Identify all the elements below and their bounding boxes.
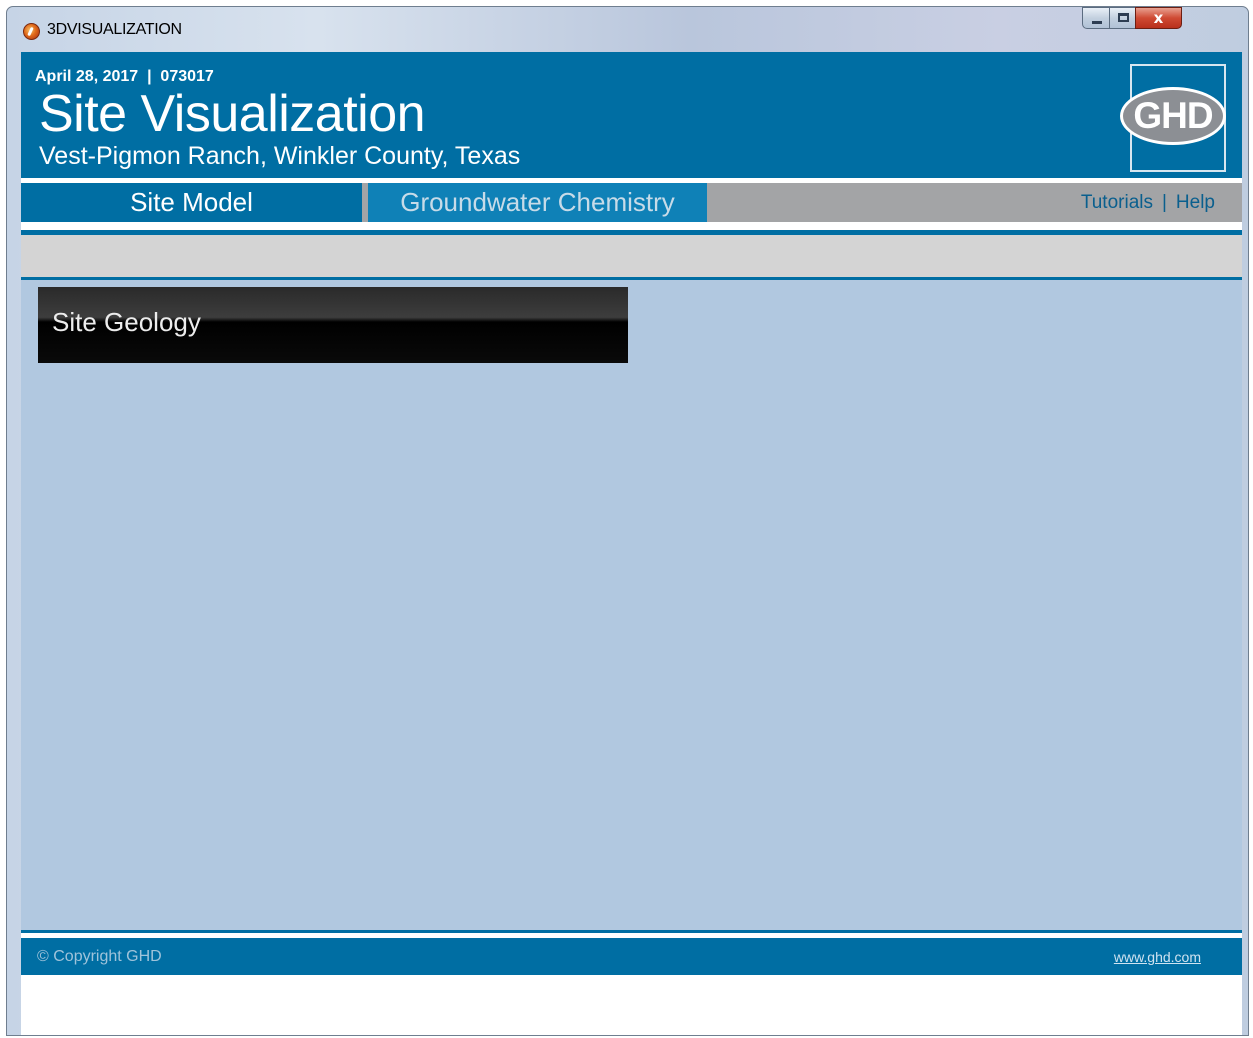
link-separator: | xyxy=(1161,192,1167,213)
window-title: 3DVISUALIZATION xyxy=(47,21,182,38)
close-icon: x xyxy=(1153,9,1164,27)
site-geology-panel[interactable]: Site Geology xyxy=(38,287,628,363)
tab-site-model[interactable]: Site Model xyxy=(21,183,362,222)
close-button[interactable]: x xyxy=(1135,7,1182,29)
tutorials-link[interactable]: Tutorials xyxy=(1081,192,1153,213)
page-title: Site Visualization xyxy=(39,85,426,143)
help-link[interactable]: Help xyxy=(1176,192,1215,213)
tab-groundwater-chemistry[interactable]: Groundwater Chemistry xyxy=(368,183,707,222)
copyright-text: © Copyright GHD xyxy=(37,948,162,965)
website-link[interactable]: www.ghd.com xyxy=(1114,949,1201,965)
application-window: 3DVISUALIZATION x April 28, 2017 | 07301… xyxy=(6,6,1249,1036)
header-links: Tutorials | Help xyxy=(1081,183,1215,222)
toolbar-strip xyxy=(21,235,1242,277)
minimize-icon xyxy=(1092,21,1102,24)
title-bar[interactable]: 3DVISUALIZATION x xyxy=(7,7,1248,51)
tab-bar: Site Model Groundwater Chemistry Tutoria… xyxy=(21,178,1242,222)
ghd-logo: GHD xyxy=(1120,87,1226,145)
app-client-area: April 28, 2017 | 073017 Site Visualizati… xyxy=(21,52,1242,1035)
maximize-icon xyxy=(1118,13,1129,22)
header-banner: April 28, 2017 | 073017 Site Visualizati… xyxy=(21,52,1242,178)
footer-bar: © Copyright GHD www.ghd.com xyxy=(21,938,1242,975)
minimize-button[interactable] xyxy=(1082,7,1110,29)
panel-title: Site Geology xyxy=(52,307,201,337)
page-subtitle: Vest-Pigmon Ranch, Winkler County, Texas xyxy=(39,142,521,170)
app-icon xyxy=(23,23,40,40)
maximize-button[interactable] xyxy=(1109,7,1136,29)
main-content: Site Geology xyxy=(21,280,1242,930)
